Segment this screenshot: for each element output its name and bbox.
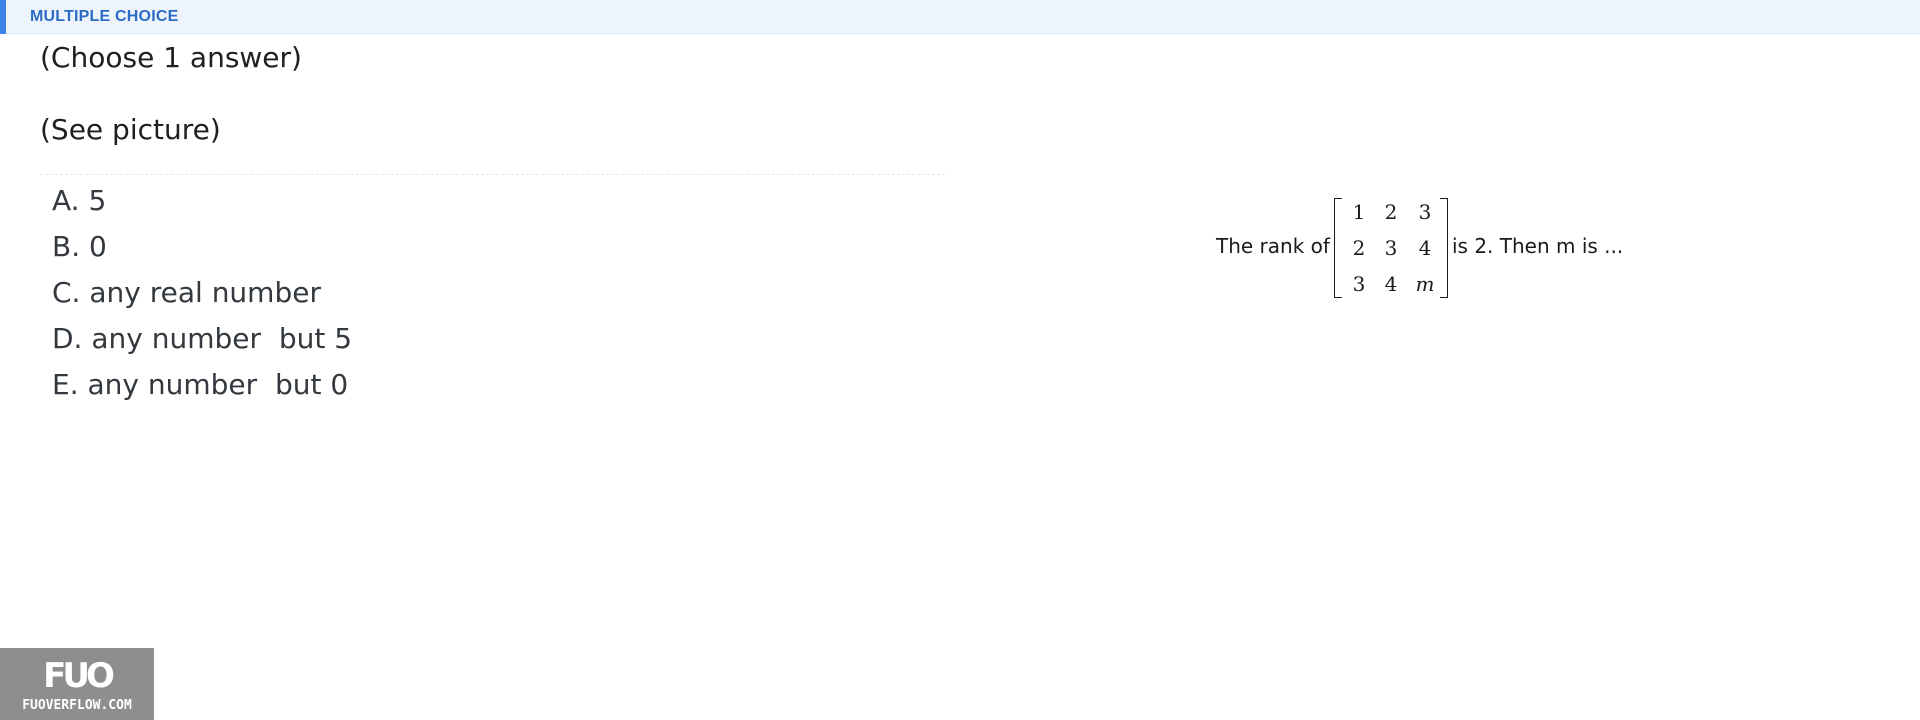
answer-option-e[interactable]: E. any number but 0 xyxy=(52,365,352,411)
matrix-cell: 3 xyxy=(1352,272,1366,296)
fuo-logo-icon: FUO xyxy=(43,656,115,696)
matrix-cell: 3 xyxy=(1384,236,1398,260)
answer-option-a[interactable]: A. 5 xyxy=(52,181,352,227)
picture-text-suffix: is 2. Then m is ... xyxy=(1452,234,1624,258)
answer-option-c[interactable]: C. any real number xyxy=(52,273,352,319)
fuoverflow-watermark: FUO FUOVERFLOW.COM xyxy=(0,648,154,720)
matrix-right-bracket xyxy=(1440,198,1448,298)
matrix-left-bracket xyxy=(1334,198,1342,298)
question-type-header: MULTIPLE CHOICE xyxy=(0,0,1920,34)
picture-text-prefix: The rank of xyxy=(1216,234,1330,258)
matrix-cell: 1 xyxy=(1352,200,1366,224)
divider xyxy=(40,174,945,175)
see-picture-note: (See picture) xyxy=(40,113,221,146)
question-type-label: MULTIPLE CHOICE xyxy=(30,8,179,25)
matrix-cell: 3 xyxy=(1418,200,1432,224)
matrix-cell: 4 xyxy=(1384,272,1398,296)
matrix-cell: 2 xyxy=(1352,236,1366,260)
watermark-domain: FUOVERFLOW.COM xyxy=(22,698,132,713)
answer-list: A. 5 B. 0 C. any real number D. any numb… xyxy=(52,181,352,411)
matrix-cell: m xyxy=(1415,272,1435,296)
matrix-cell: 2 xyxy=(1384,200,1398,224)
answer-option-d[interactable]: D. any number but 5 xyxy=(52,319,352,365)
choose-instruction: (Choose 1 answer) xyxy=(40,41,302,74)
matrix-cell: 4 xyxy=(1418,236,1432,260)
matrix: 1 2 3 2 3 4 3 4 m xyxy=(1334,198,1448,298)
question-picture: The rank of 1 2 3 2 3 4 3 4 m is 2. Then… xyxy=(1210,196,1624,304)
header-accent-bar xyxy=(0,0,6,34)
answer-option-b[interactable]: B. 0 xyxy=(52,227,352,273)
